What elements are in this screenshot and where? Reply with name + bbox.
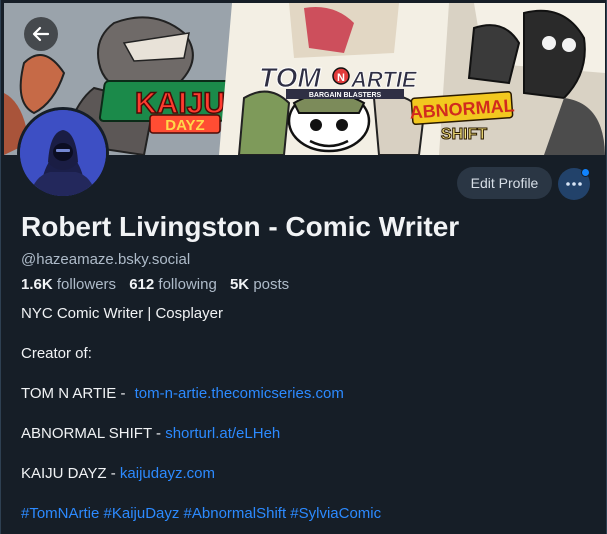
back-button[interactable]	[24, 17, 58, 51]
shift-logo-text: SHIFT	[441, 126, 487, 143]
arrow-left-icon	[32, 26, 50, 42]
following-stat[interactable]: 612 following	[129, 276, 217, 293]
work-link[interactable]: kaijudayz.com	[120, 465, 215, 482]
more-options-button[interactable]	[558, 168, 590, 200]
followers-stat[interactable]: 1.6K followers	[21, 276, 116, 293]
work-title: ABNORMAL SHIFT -	[21, 425, 166, 442]
avatar-image	[20, 110, 106, 196]
followers-label: followers	[56, 276, 117, 293]
work-title: KAIJU DAYZ -	[21, 465, 120, 482]
work-link[interactable]: tom-n-artie.thecomicseries.com	[135, 385, 344, 402]
work-title: TOM N ARTIE -	[21, 385, 130, 402]
posts-label: posts	[253, 276, 290, 293]
profile-handle[interactable]: @hazeamaze.bsky.social	[21, 251, 190, 268]
n-logo-text: N	[337, 72, 345, 84]
edit-profile-button[interactable]: Edit Profile	[457, 167, 552, 199]
artie-logo-text: ARTIE	[350, 67, 418, 92]
tom-logo-text: TOM	[259, 62, 321, 93]
bio-work-item: KAIJU DAYZ - kaijudayz.com	[21, 465, 215, 482]
ellipsis-icon	[566, 182, 582, 186]
profile-stats: 1.6K followers 612 following 5K posts	[21, 276, 298, 293]
bio-tagline: NYC Comic Writer | Cosplayer	[21, 305, 223, 322]
display-name: Robert Livingston - Comic Writer	[21, 211, 460, 242]
following-count: 612	[129, 276, 155, 293]
profile-panel: KAIJU DAYZ TOM N ARTIE BARGAIN BLASTERS	[0, 0, 607, 534]
kaiju-sub-text: DAYZ	[165, 117, 204, 134]
tom-sub-text: BARGAIN BLASTERS	[309, 92, 382, 99]
posts-stat: 5K posts	[230, 276, 289, 293]
notification-dot	[581, 168, 590, 177]
bio-creator-heading: Creator of:	[21, 345, 92, 362]
work-link[interactable]: shorturl.at/eLHeh	[165, 425, 280, 442]
posts-count: 5K	[229, 276, 250, 293]
followers-count: 1.6K	[21, 276, 53, 293]
bio-hashtags[interactable]: #TomNArtie #KaijuDayz #AbnormalShift #Sy…	[21, 505, 381, 522]
bio-work-item: ABNORMAL SHIFT - shorturl.at/eLHeh	[21, 425, 280, 442]
bio-work-item: TOM N ARTIE - tom-n-artie.thecomicseries…	[21, 385, 344, 402]
avatar[interactable]	[17, 107, 109, 199]
following-label: following	[158, 276, 217, 293]
